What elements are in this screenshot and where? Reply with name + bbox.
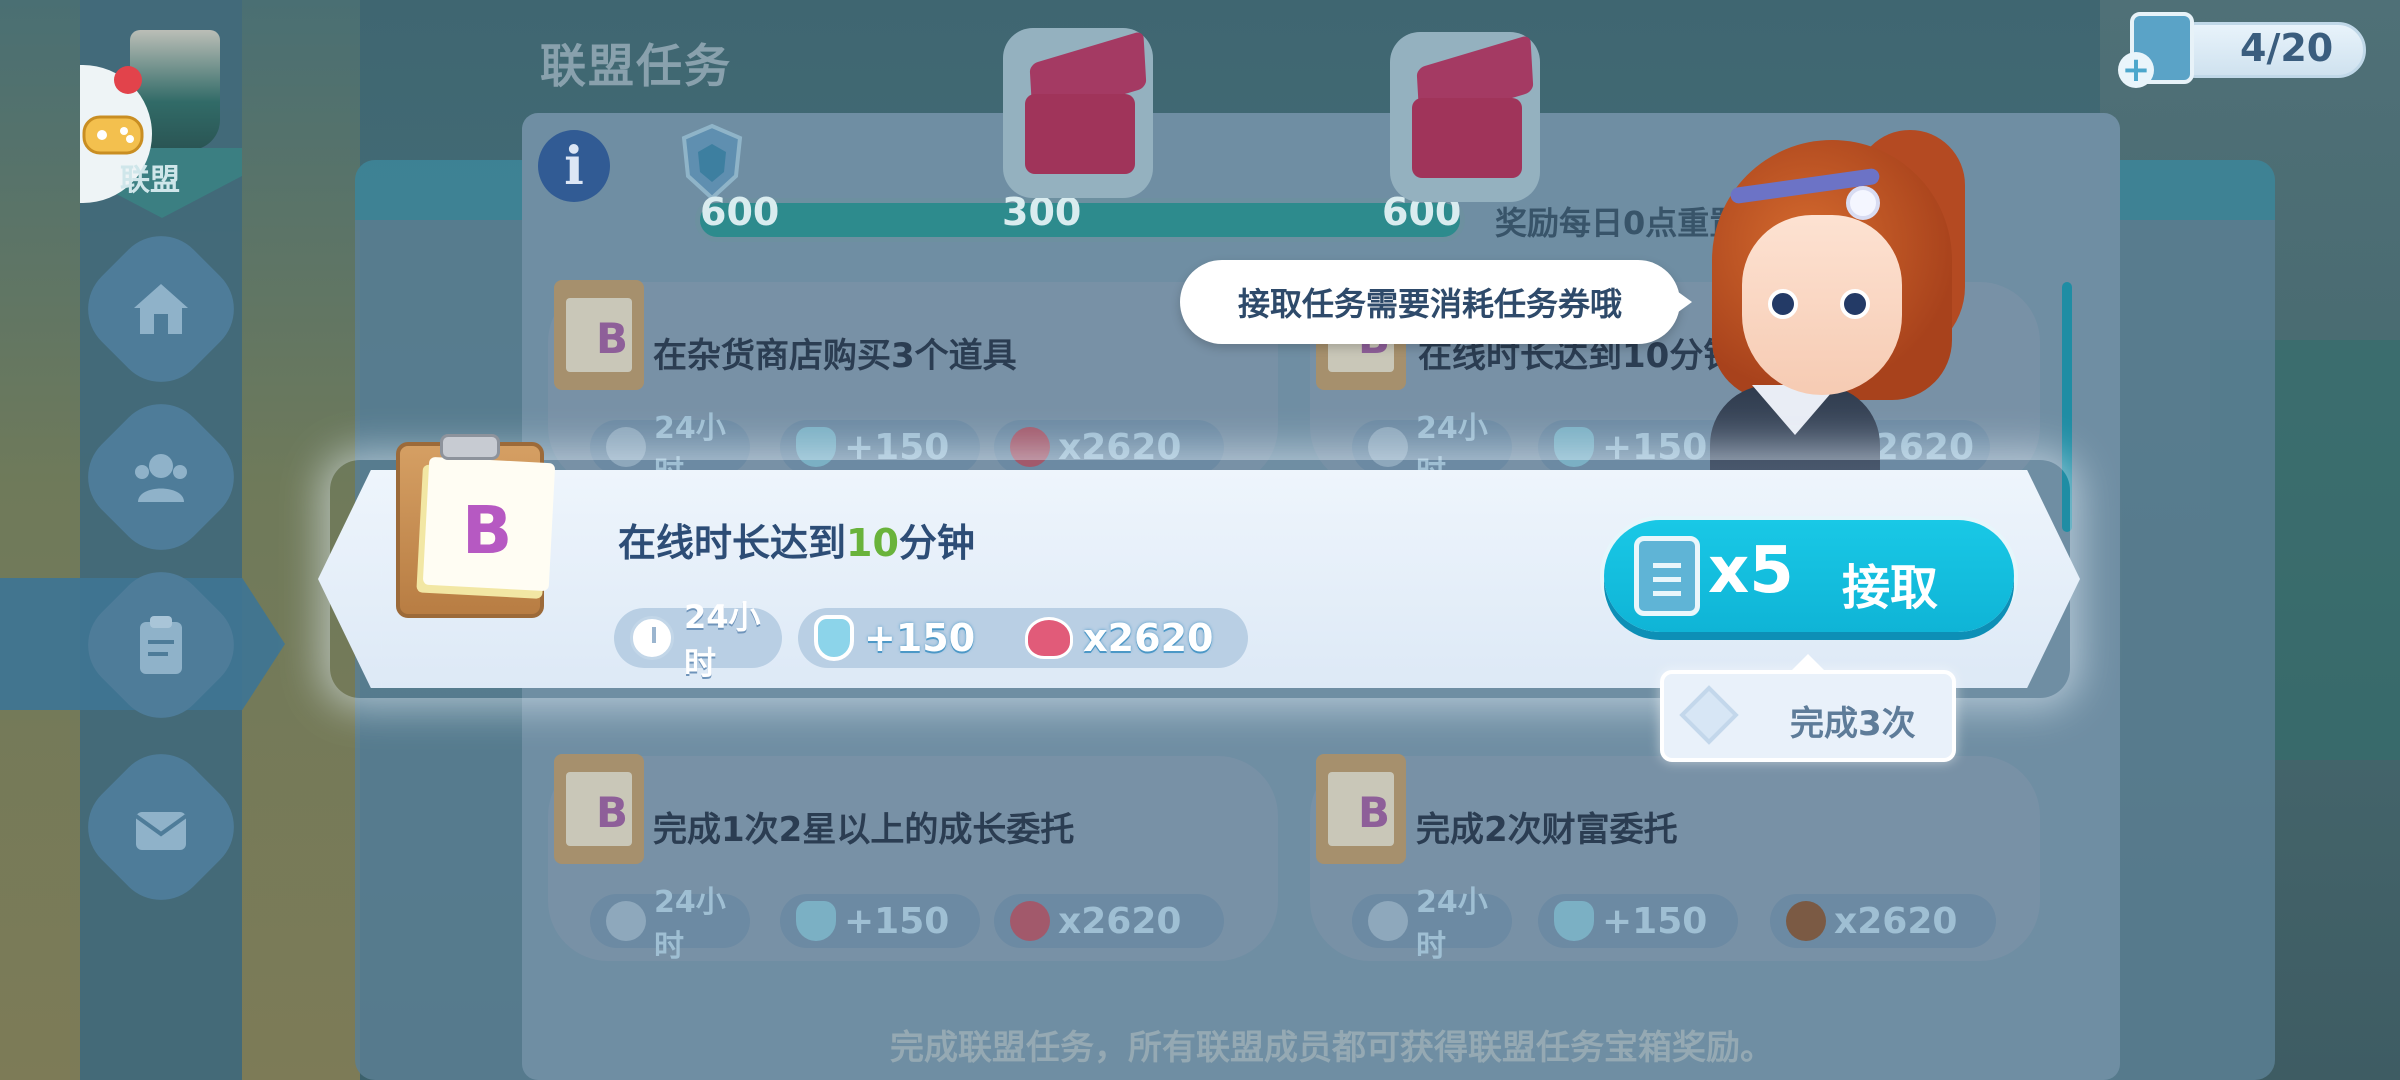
highlighted-task-title: 在线时长达到10分钟 bbox=[618, 512, 975, 567]
title-suffix: 分钟 bbox=[898, 521, 975, 565]
accept-label: 接取 bbox=[1842, 560, 1939, 616]
heart-icon bbox=[1010, 901, 1050, 941]
clock-icon bbox=[606, 901, 646, 941]
highlighted-points: +150 bbox=[864, 616, 976, 660]
clock-icon bbox=[1368, 901, 1408, 941]
clipboard-icon bbox=[140, 616, 182, 674]
chest-icon bbox=[1025, 94, 1135, 174]
task-reward: x2620 bbox=[1058, 900, 1182, 942]
sidebar-item-tasks[interactable] bbox=[96, 580, 226, 710]
highlighted-reward: x2620 bbox=[1083, 616, 1214, 660]
sidebar-item-members[interactable] bbox=[96, 412, 226, 542]
highlighted-time-chip: 24小时 bbox=[614, 598, 782, 682]
task-card[interactable]: B 完成1次2星以上的成长委托 24小时 +150 x2620 bbox=[548, 754, 1278, 964]
coffee-bean-icon bbox=[1786, 901, 1826, 941]
envelope-icon bbox=[134, 812, 188, 850]
task-points-chip: +150 bbox=[780, 894, 980, 948]
home-icon bbox=[134, 284, 188, 334]
task-title: 在杂货商店购买3个道具 bbox=[653, 336, 1017, 376]
flower-icon bbox=[1846, 186, 1880, 220]
shield-icon bbox=[814, 615, 854, 661]
task-ticket-icon bbox=[1634, 536, 1700, 616]
task-time-chip: 24小时 bbox=[1352, 885, 1512, 964]
title-number: 10 bbox=[846, 521, 899, 565]
task-grade: B bbox=[596, 788, 629, 837]
alliance-tab-label[interactable]: 联盟 bbox=[120, 155, 180, 199]
speech-bubble-tail bbox=[1670, 286, 1692, 318]
chest-icon bbox=[1412, 98, 1522, 178]
task-grade: B bbox=[596, 314, 629, 363]
notification-dot bbox=[114, 66, 142, 94]
accept-task-button[interactable]: x5 接取 bbox=[1604, 520, 2014, 632]
task-reward: x2620 bbox=[1834, 900, 1958, 942]
task-points-chip: +150 bbox=[1538, 894, 1738, 948]
task-points: +150 bbox=[844, 900, 950, 942]
task-reward-chip: x2620 bbox=[994, 894, 1224, 948]
heart-icon bbox=[1025, 617, 1074, 659]
page-title: 联盟任务 bbox=[540, 39, 732, 93]
task-time: 24小时 bbox=[654, 885, 726, 964]
title-prefix: 在线时长达到 bbox=[618, 521, 847, 565]
task-points: +150 bbox=[1602, 900, 1708, 942]
reward-chest-1[interactable] bbox=[1003, 28, 1153, 198]
task-title: 完成2次财富委托 bbox=[1416, 810, 1678, 850]
sidebar-item-home[interactable] bbox=[96, 244, 226, 374]
ticket-cost: x5 bbox=[1708, 534, 1794, 608]
guide-speech-bubble: 接取任务需要消耗任务券哦 bbox=[1180, 260, 1680, 344]
character-face bbox=[1742, 215, 1902, 395]
footer-note: 完成联盟任务，所有联盟成员都可获得联盟任务宝箱奖励。 bbox=[890, 1028, 1774, 1068]
clipboard-clip bbox=[440, 434, 500, 460]
task-time-chip: 24小时 bbox=[590, 885, 750, 964]
highlighted-task-grade: B bbox=[462, 492, 513, 569]
shield-icon bbox=[796, 901, 836, 941]
highlighted-time: 24小时 bbox=[684, 598, 761, 682]
info-icon: i bbox=[564, 135, 584, 197]
ticket-count: 4/20 bbox=[2240, 26, 2334, 70]
task-card[interactable]: B 在杂货商店购买3个道具 24小时 +150 x2620 bbox=[548, 280, 1278, 490]
reward-chest-2[interactable] bbox=[1390, 32, 1540, 202]
task-card[interactable]: B 完成2次财富委托 24小时 +150 x2620 bbox=[1310, 754, 2040, 964]
task-grade: B bbox=[1358, 788, 1391, 837]
completion-count: 完成3次 bbox=[1790, 704, 1916, 744]
task-reward-chip: x2620 bbox=[1770, 894, 1996, 948]
character-eye bbox=[1768, 289, 1798, 319]
character-eye bbox=[1840, 289, 1870, 319]
info-button[interactable]: i bbox=[538, 130, 610, 202]
members-icon bbox=[135, 454, 187, 502]
shield-icon bbox=[1554, 901, 1594, 941]
reset-note: 奖励每日0点重置 bbox=[1495, 204, 1742, 242]
task-title: 完成1次2星以上的成长委托 bbox=[653, 810, 1075, 850]
highlighted-reward-chip: +150 x2620 bbox=[798, 608, 1248, 668]
task-time: 24小时 bbox=[1416, 885, 1488, 964]
sidebar-item-mail[interactable] bbox=[96, 762, 226, 892]
clock-icon bbox=[630, 616, 674, 660]
add-ticket-button[interactable]: + bbox=[2118, 50, 2154, 90]
progress-label-start: 600 bbox=[700, 190, 780, 234]
